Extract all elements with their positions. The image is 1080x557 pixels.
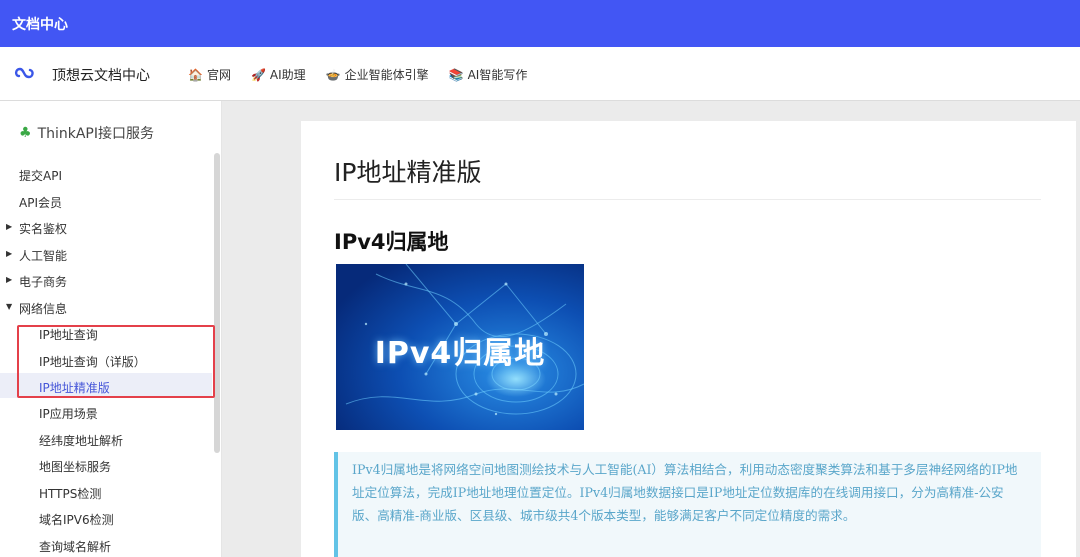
section-title: IPv4归属地 bbox=[334, 230, 449, 254]
nav-home[interactable]: 🏠 官网 bbox=[188, 66, 231, 83]
caret-right-icon: ▶ bbox=[6, 249, 13, 258]
sidebar-item-ip-query-detailed[interactable]: IP地址查询（详版） bbox=[39, 353, 146, 370]
sidebar-item-network-info[interactable]: ▼ 网络信息 bbox=[6, 300, 68, 317]
sidebar-item-ipv6-check[interactable]: 域名IPV6检测 bbox=[39, 511, 114, 528]
cloud-logo-icon[interactable] bbox=[14, 63, 38, 83]
sidebar: ♣ ThinkAPI接口服务 提交API API会员 ▶ 实名鉴权 ▶ 人工智能… bbox=[0, 101, 222, 557]
sidebar-item-api-member[interactable]: API会员 bbox=[19, 194, 62, 211]
sidebar-item-label: 人工智能 bbox=[19, 249, 68, 263]
caret-down-icon: ▼ bbox=[6, 302, 13, 311]
description-blockquote: IPv4归属地是将网络空间地图测绘技术与人工智能(AI）算法相结合，利用动态密度… bbox=[334, 452, 1041, 557]
sidebar-item-map-coords[interactable]: 地图坐标服务 bbox=[39, 458, 111, 475]
sidebar-item-identity[interactable]: ▶ 实名鉴权 bbox=[6, 220, 68, 237]
sidebar-item-geocoding[interactable]: 经纬度地址解析 bbox=[39, 432, 123, 449]
sidebar-heading[interactable]: ♣ ThinkAPI接口服务 bbox=[19, 123, 154, 143]
site-title[interactable]: 顶想云文档中心 bbox=[52, 65, 150, 85]
sidebar-item-ecommerce[interactable]: ▶ 电子商务 bbox=[6, 273, 68, 290]
top-bar-title: 文档中心 bbox=[12, 17, 68, 33]
sidebar-scrollbar[interactable] bbox=[214, 153, 220, 453]
nav-label: AI智能写作 bbox=[467, 68, 528, 82]
clover-icon: ♣ bbox=[19, 125, 32, 141]
sidebar-item-submit-api[interactable]: 提交API bbox=[19, 167, 62, 184]
sidebar-item-ip-query[interactable]: IP地址查询 bbox=[39, 326, 98, 343]
description-text: IPv4归属地是将网络空间地图测绘技术与人工智能(AI）算法相结合，利用动态密度… bbox=[352, 462, 1018, 523]
top-bar: 文档中心 bbox=[0, 0, 1080, 47]
sidebar-heading-label: ThinkAPI接口服务 bbox=[37, 126, 155, 142]
sidebar-item-dns-lookup[interactable]: 查询域名解析 bbox=[39, 538, 111, 555]
nav-ai-writing[interactable]: 📚 AI智能写作 bbox=[449, 66, 528, 83]
books-icon: 📚 bbox=[448, 67, 464, 82]
nav-label: 官网 bbox=[206, 68, 231, 82]
caret-right-icon: ▶ bbox=[6, 222, 13, 231]
pot-icon: 🍲 bbox=[325, 67, 341, 82]
nav-label: AI助理 bbox=[269, 68, 306, 82]
banner-title: IPv4归属地 bbox=[374, 336, 546, 371]
top-nav: 🏠 官网 🚀 AI助理 🍲 企业智能体引擎 📚 AI智能写作 bbox=[188, 66, 547, 83]
sidebar-item-https-check[interactable]: HTTPS检测 bbox=[39, 485, 101, 502]
sidebar-item-ip-scenarios[interactable]: IP应用场景 bbox=[39, 405, 98, 422]
caret-right-icon: ▶ bbox=[6, 275, 13, 284]
doc-content: IP地址精准版 IPv4归属地 IPv4归属地 IPv4归属地是将网络空间地图测… bbox=[301, 121, 1076, 557]
sidebar-item-ip-precise[interactable]: IP地址精准版 bbox=[0, 373, 212, 398]
rocket-icon: 🚀 bbox=[250, 67, 266, 82]
nav-ai-assistant[interactable]: 🚀 AI助理 bbox=[251, 66, 306, 83]
house-icon: 🏠 bbox=[188, 67, 203, 82]
sidebar-item-label: 网络信息 bbox=[19, 302, 68, 316]
sidebar-item-label: 实名鉴权 bbox=[19, 222, 68, 236]
sidebar-item-ai[interactable]: ▶ 人工智能 bbox=[6, 247, 68, 264]
sidebar-item-label: 电子商务 bbox=[19, 275, 68, 289]
page-title: IP地址精准版 bbox=[334, 158, 482, 187]
ipv4-banner-image: IPv4归属地 bbox=[336, 264, 584, 430]
site-header: 顶想云文档中心 🏠 官网 🚀 AI助理 🍲 企业智能体引擎 📚 AI智能写作 bbox=[0, 47, 1080, 101]
title-divider bbox=[334, 199, 1041, 200]
nav-label: 企业智能体引擎 bbox=[344, 68, 429, 82]
nav-enterprise-agent[interactable]: 🍲 企业智能体引擎 bbox=[326, 66, 429, 83]
